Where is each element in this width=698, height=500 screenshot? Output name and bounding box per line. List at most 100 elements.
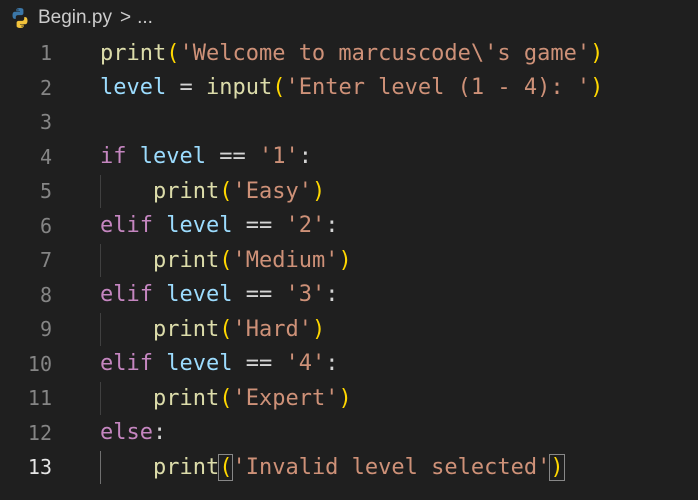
line-number: 13: [27, 455, 52, 479]
code-token: 'Welcome to marcuscode\'s game': [179, 40, 591, 66]
code-content: level = input('Enter level (1 - 4): '): [100, 75, 603, 100]
code-line[interactable]: 3: [0, 105, 698, 139]
line-number: 1: [39, 41, 52, 65]
code-line[interactable]: 6 elif level == '2':: [0, 209, 698, 243]
code-line[interactable]: 4 if level == '1':: [0, 140, 698, 174]
code-line[interactable]: 2 level = input('Enter level (1 - 4): '): [0, 71, 698, 105]
code-token: ==: [232, 351, 286, 376]
code-content: print('Expert'): [100, 386, 352, 411]
code-token: :: [325, 351, 339, 376]
line-number: 7: [39, 248, 52, 272]
code-token: print: [152, 247, 220, 273]
line-number: 4: [39, 144, 52, 169]
chevron-right-icon: >: [119, 7, 132, 28]
code-token: ): [338, 385, 352, 411]
breadcrumb-filename[interactable]: Begin.py: [38, 7, 112, 29]
code-token: print: [152, 316, 220, 342]
code-line[interactable]: 11 print('Expert'): [0, 381, 698, 415]
code-token: level: [166, 213, 233, 238]
line-number: 11: [27, 386, 52, 410]
indent-guide: [100, 175, 101, 208]
code-token: ==: [232, 213, 286, 238]
code-token: input: [205, 75, 273, 100]
line-number: 5: [39, 179, 52, 203]
code-token: 'Enter level (1 - 4): ': [285, 75, 591, 100]
breadcrumb-more[interactable]: ...: [137, 7, 153, 29]
code-content: print('Easy'): [100, 179, 325, 204]
code-token: 'Invalid level selected': [232, 454, 551, 480]
indent-guide: [100, 382, 101, 415]
code-token: print: [152, 385, 220, 411]
code-token: 'Hard': [232, 316, 312, 342]
code-line[interactable]: 5 print('Easy'): [0, 174, 698, 208]
code-token: =: [166, 75, 206, 100]
line-number: 8: [39, 282, 52, 307]
code-token: print: [100, 40, 167, 66]
code-token: ): [338, 247, 352, 273]
indent-guide: [100, 244, 101, 277]
line-number: 12: [27, 420, 52, 445]
code-token: ==: [205, 144, 259, 169]
code-token: '3': [285, 282, 326, 307]
code-line[interactable]: 7 print('Medium'): [0, 243, 698, 277]
code-token: (: [219, 178, 233, 204]
indent-guide: [100, 451, 101, 484]
code-token: ): [549, 453, 565, 481]
code-token: 'Expert': [232, 385, 339, 411]
code-token: level: [166, 282, 233, 307]
code-token: '1': [258, 144, 299, 169]
code-content: if level == '1':: [100, 144, 312, 169]
code-content: elif level == '3':: [100, 282, 338, 307]
line-number: 2: [39, 75, 52, 100]
code-token: '2': [285, 213, 326, 238]
indent-guide: [100, 313, 101, 346]
code-token: 'Easy': [232, 178, 312, 204]
code-token: level: [166, 351, 233, 376]
code-content: elif level == '4':: [100, 351, 338, 376]
code-token: print: [152, 454, 220, 480]
code-line[interactable]: 10 elif level == '4':: [0, 347, 698, 381]
code-token: (: [166, 40, 180, 66]
code-line[interactable]: 8 elif level == '3':: [0, 278, 698, 312]
code-token: if: [100, 144, 127, 169]
code-token: ): [311, 316, 326, 342]
code-token: elif: [100, 351, 153, 376]
code-token: ==: [232, 282, 286, 307]
code-token: :: [325, 213, 339, 238]
code-editor[interactable]: 1 print('Welcome to marcuscode\'s game') 2…: [0, 36, 698, 500]
code-token: (: [219, 385, 233, 411]
code-content: elif level == '2':: [100, 213, 338, 238]
code-token: (: [218, 453, 234, 481]
code-token: (: [272, 75, 286, 100]
code-token: (: [219, 316, 233, 342]
breadcrumb: Begin.py > ...: [0, 0, 698, 36]
code-token: '4': [285, 351, 326, 376]
code-token: elif: [100, 213, 153, 238]
code-content: else:: [100, 420, 166, 445]
code-token: :: [325, 282, 339, 307]
code-token: 'Medium': [232, 247, 339, 273]
code-token: ): [590, 75, 604, 100]
code-content: print('Invalid level selected'): [100, 453, 565, 481]
code-token: level: [100, 75, 167, 100]
code-line[interactable]: 13 print('Invalid level selected'): [0, 450, 698, 484]
code-token: (: [219, 247, 233, 273]
code-line[interactable]: 1 print('Welcome to marcuscode\'s game'): [0, 36, 698, 70]
python-icon: [8, 6, 32, 30]
code-content: print('Medium'): [100, 248, 352, 273]
code-line[interactable]: 12 else:: [0, 416, 698, 450]
line-number: 3: [39, 110, 52, 134]
code-token: print: [152, 178, 220, 204]
code-content: print('Hard'): [100, 317, 325, 342]
code-line[interactable]: 9 print('Hard'): [0, 312, 698, 346]
code-token: :: [298, 144, 312, 169]
